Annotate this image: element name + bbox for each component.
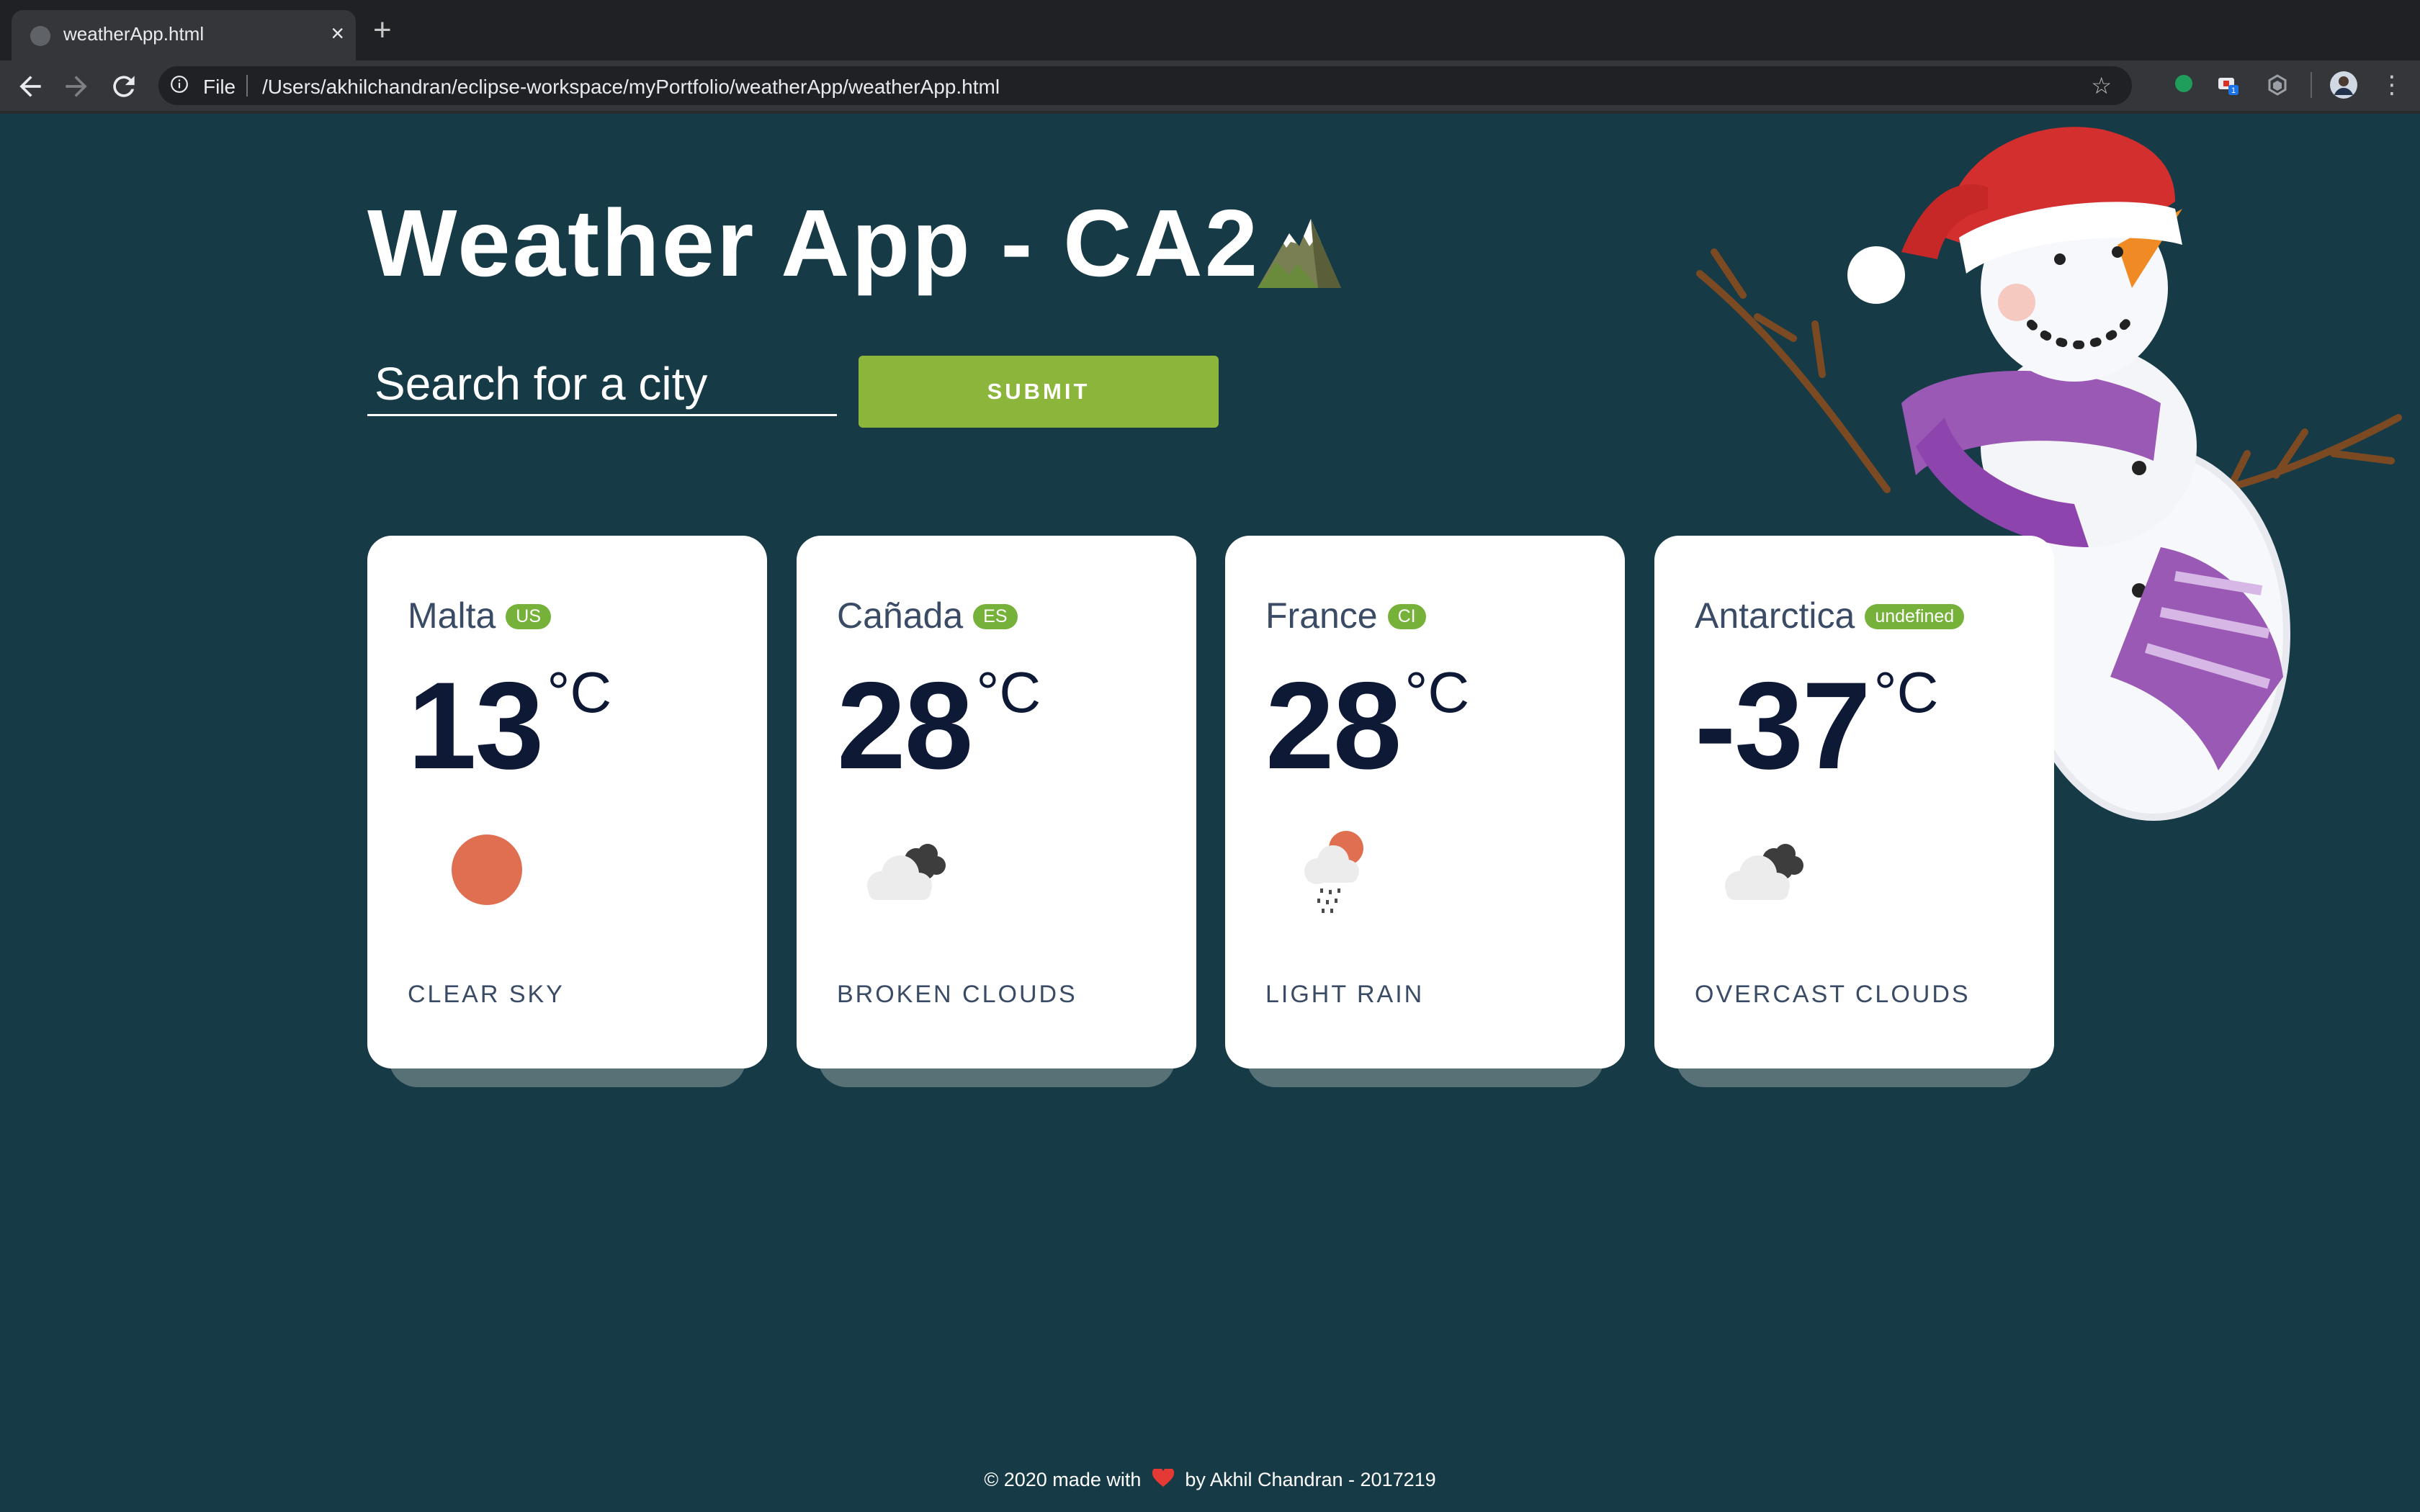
weather-description: OVERCAST CLOUDS bbox=[1695, 981, 1971, 1008]
browser-tab[interactable]: weatherApp.html × bbox=[12, 10, 356, 60]
browser-menu-icon[interactable]: ⋮ bbox=[2380, 71, 2404, 99]
url-divider bbox=[246, 75, 248, 96]
country-badge: US bbox=[506, 604, 551, 629]
weather-card-antarctica: Antarctica undefined -37°C OVERCAST CLOUD… bbox=[1654, 536, 2054, 1068]
heart-icon bbox=[1152, 1469, 1174, 1487]
weather-description: CLEAR SKY bbox=[408, 981, 565, 1008]
browser-toolbar: File /Users/akhilchandran/eclipse-worksp… bbox=[0, 60, 2420, 114]
temperature-value: 28 bbox=[837, 657, 973, 795]
city-name-text: Antarctica bbox=[1695, 595, 1855, 636]
globe-icon bbox=[30, 26, 50, 46]
reload-icon[interactable] bbox=[108, 71, 140, 102]
profile-avatar[interactable] bbox=[2329, 71, 2358, 99]
green-extension-icon[interactable] bbox=[2172, 73, 2195, 96]
temperature: 28°C bbox=[837, 664, 1041, 788]
temperature-unit: °C bbox=[976, 660, 1041, 724]
city-name: Antarctica undefined bbox=[1695, 595, 1965, 636]
weather-card-france: France CI 28°C LIGHT RAIN bbox=[1225, 536, 1625, 1068]
mountain-icon bbox=[1258, 219, 1341, 288]
tab-title: weatherApp.html bbox=[63, 23, 205, 45]
address-bar[interactable]: File /Users/akhilchandran/eclipse-worksp… bbox=[158, 66, 2132, 105]
temperature: 13°C bbox=[408, 664, 611, 788]
city-search-input[interactable] bbox=[367, 353, 837, 416]
country-badge: ES bbox=[973, 604, 1018, 629]
footer-suffix: by Akhil Chandran - 2017219 bbox=[1185, 1469, 1436, 1490]
city-name: France CI bbox=[1265, 595, 1426, 636]
url-text[interactable]: /Users/akhilchandran/eclipse-workspace/m… bbox=[262, 76, 1000, 99]
city-name-text: Cañada bbox=[837, 595, 964, 636]
footer: © 2020 made with by Akhil Chandran - 201… bbox=[0, 1469, 2420, 1491]
light-rain-icon bbox=[1304, 831, 1363, 913]
country-badge: undefined bbox=[1865, 604, 1965, 629]
city-name-text: Malta bbox=[408, 595, 496, 636]
temperature-value: 13 bbox=[408, 657, 544, 795]
toolbar-divider bbox=[2311, 72, 2312, 98]
temperature: 28°C bbox=[1265, 664, 1469, 788]
weather-description: BROKEN CLOUDS bbox=[837, 981, 1077, 1008]
temperature-value: -37 bbox=[1695, 657, 1871, 795]
extension-notification-icon[interactable]: 1 bbox=[2217, 73, 2240, 96]
temperature-value: 28 bbox=[1265, 657, 1402, 795]
clear-sky-icon bbox=[452, 834, 522, 905]
hexagon-extension-icon[interactable] bbox=[2266, 73, 2289, 96]
city-name: Malta US bbox=[408, 595, 551, 636]
temperature-unit: °C bbox=[1873, 660, 1939, 724]
footer-prefix: © 2020 made with bbox=[984, 1469, 1142, 1490]
bookmark-star-icon[interactable]: ☆ bbox=[2091, 73, 2112, 98]
broken-clouds-icon bbox=[867, 844, 946, 900]
city-name-text: France bbox=[1265, 595, 1378, 636]
new-tab-icon[interactable]: + bbox=[373, 14, 392, 46]
temperature: -37°C bbox=[1695, 664, 1938, 788]
city-name: Cañada ES bbox=[837, 595, 1018, 636]
back-icon[interactable] bbox=[14, 71, 46, 102]
submit-button[interactable]: SUBMIT bbox=[859, 356, 1219, 428]
close-tab-icon[interactable]: × bbox=[331, 19, 344, 48]
country-badge: CI bbox=[1387, 604, 1426, 629]
weather-card-malta: Malta US 13°C CLEAR SKY bbox=[367, 536, 767, 1068]
extension-badge: 1 bbox=[2231, 86, 2236, 95]
overcast-clouds-icon bbox=[1725, 844, 1803, 900]
browser-tab-bar: weatherApp.html × + bbox=[0, 0, 2420, 60]
weather-description: LIGHT RAIN bbox=[1265, 981, 1425, 1008]
forward-icon[interactable] bbox=[60, 71, 92, 102]
temperature-unit: °C bbox=[1404, 660, 1470, 724]
url-scheme-label: File bbox=[203, 76, 236, 98]
weather-card-canada: Cañada ES 28°C BROKEN CLOUDS bbox=[797, 536, 1196, 1068]
info-icon[interactable] bbox=[170, 75, 189, 94]
temperature-unit: °C bbox=[547, 660, 612, 724]
page-title: Weather App - CA2 bbox=[367, 190, 1260, 296]
